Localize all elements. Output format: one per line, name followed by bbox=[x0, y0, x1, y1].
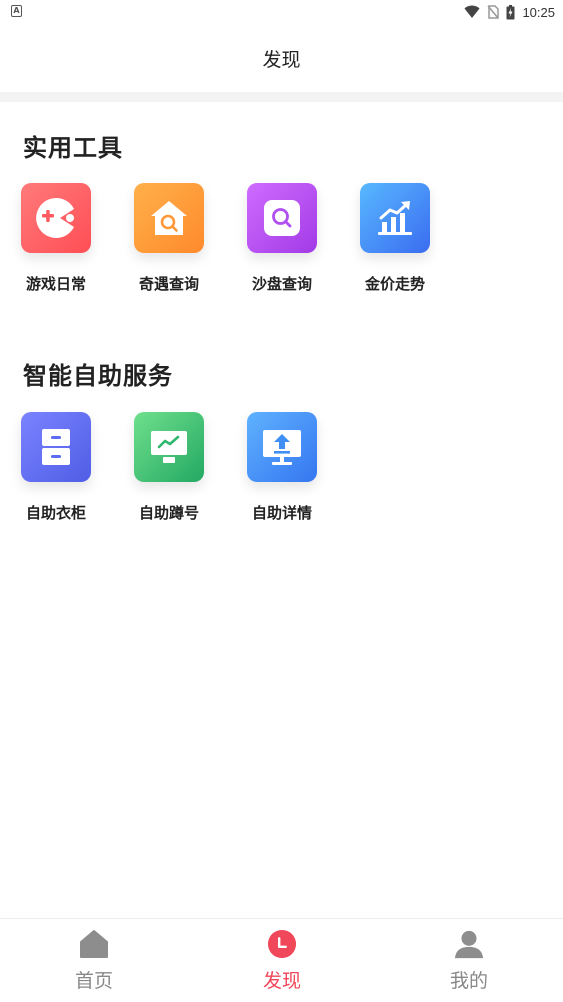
cabinet-icon bbox=[42, 429, 70, 465]
tool-tile bbox=[360, 183, 430, 253]
no-sim-icon bbox=[487, 5, 500, 19]
tool-game-daily[interactable]: 游戏日常 bbox=[11, 183, 101, 303]
tool-label: 游戏日常 bbox=[25, 275, 86, 293]
user-icon bbox=[454, 929, 484, 959]
tool-adventure-query[interactable]: 奇遇查询 bbox=[124, 183, 214, 303]
gamepad-icon bbox=[36, 197, 74, 238]
tab-label: 我的 bbox=[449, 970, 488, 992]
tool-self-squat-account[interactable]: 自助蹲号 bbox=[124, 412, 214, 532]
tool-tile bbox=[21, 412, 91, 482]
house-search-icon bbox=[151, 201, 187, 235]
tab-mine[interactable]: 我的 bbox=[375, 919, 563, 1002]
tool-tile bbox=[247, 183, 317, 253]
home-icon bbox=[79, 929, 109, 959]
tool-self-wardrobe[interactable]: 自助衣柜 bbox=[11, 412, 101, 532]
tool-tile bbox=[21, 183, 91, 253]
tool-label: 奇遇查询 bbox=[138, 275, 199, 293]
tool-label: 金价走势 bbox=[364, 275, 425, 293]
discover-icon bbox=[267, 929, 297, 959]
tab-label: 发现 bbox=[262, 970, 301, 992]
tool-self-details[interactable]: 自助详情 bbox=[237, 412, 327, 532]
battery-charging-icon bbox=[506, 4, 515, 19]
header-divider bbox=[0, 92, 563, 102]
page-title: 发现 bbox=[262, 48, 301, 71]
notification-icon: A bbox=[11, 5, 22, 17]
status-time: 10:25 bbox=[522, 4, 555, 20]
tool-sandbox-query[interactable]: 沙盘查询 bbox=[237, 183, 327, 303]
trend-chart-icon bbox=[378, 201, 412, 235]
tool-label: 自助详情 bbox=[251, 504, 312, 522]
tools-grid: 游戏日常 奇遇查询 沙盘查询 金价走势 bbox=[0, 183, 563, 313]
status-icons: 10:25 bbox=[464, 3, 555, 21]
tool-tile bbox=[134, 183, 204, 253]
tool-tile bbox=[134, 412, 204, 482]
tab-label: 首页 bbox=[74, 970, 113, 992]
status-bar: A 10:25 bbox=[0, 0, 563, 24]
search-icon bbox=[264, 200, 300, 236]
tool-label: 自助衣柜 bbox=[25, 504, 86, 522]
monitor-upload-icon bbox=[263, 430, 301, 465]
section-title-self-service: 智能自助服务 bbox=[23, 362, 173, 390]
tab-home[interactable]: 首页 bbox=[0, 919, 188, 1002]
monitor-chart-icon bbox=[151, 431, 187, 463]
tool-tile bbox=[247, 412, 317, 482]
tab-discover[interactable]: 发现 bbox=[188, 919, 376, 1002]
tool-label: 沙盘查询 bbox=[251, 275, 312, 293]
header: 发现 bbox=[0, 24, 563, 92]
self-service-grid: 自助衣柜 自助蹲号 自助详情 bbox=[0, 412, 563, 542]
tool-gold-price-trend[interactable]: 金价走势 bbox=[350, 183, 440, 303]
section-title-tools: 实用工具 bbox=[23, 134, 123, 162]
wifi-icon bbox=[464, 5, 480, 18]
tool-label: 自助蹲号 bbox=[138, 504, 199, 522]
bottom-tab-bar: 首页 发现 我的 bbox=[0, 918, 563, 1002]
